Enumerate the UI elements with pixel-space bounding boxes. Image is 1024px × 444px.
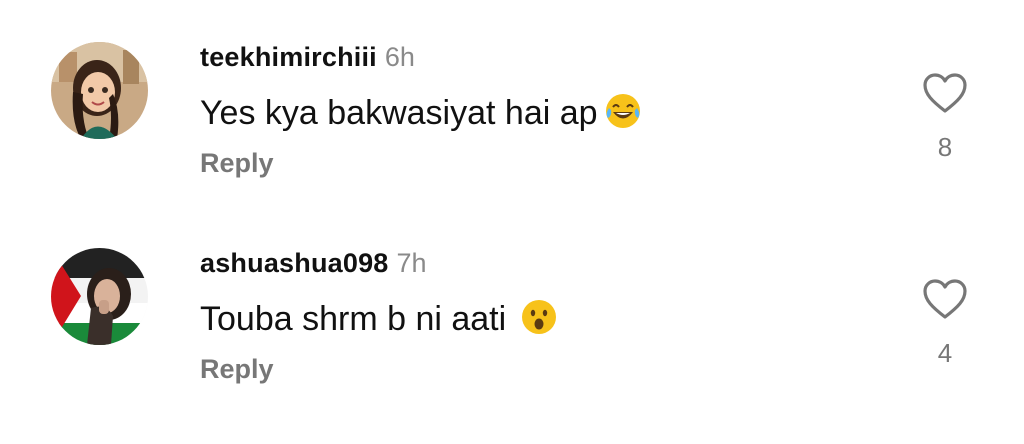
comment-header: ashuashua098 7h (200, 248, 427, 288)
timestamp: 6h (384, 42, 415, 72)
comment-text: Yes kya bakwasiyat hai ap (200, 93, 598, 132)
username[interactable]: teekhimirchiii (200, 42, 377, 72)
reply-button[interactable]: Reply (200, 354, 274, 385)
comment-body: Yes kya bakwasiyat hai ap (200, 88, 642, 138)
reply-button[interactable]: Reply (200, 148, 274, 179)
heart-icon[interactable] (922, 72, 968, 114)
comment-item: teekhimirchiii 6h Yes kya bakwasiyat hai … (0, 38, 1024, 228)
like-count: 4 (937, 338, 953, 368)
comment-text: Touba shrm b ni aati (200, 299, 507, 338)
comment-item: ashuashua098 7h Touba shrm b ni aati Repl… (0, 244, 1024, 434)
timestamp: 7h (396, 248, 427, 278)
surprised-face-emoji-icon (520, 298, 558, 341)
username[interactable]: ashuashua098 (200, 248, 389, 278)
like-count: 8 (937, 132, 953, 162)
laughing-tears-emoji-icon (604, 92, 642, 135)
avatar[interactable] (51, 248, 148, 345)
comment-header: teekhimirchiii 6h (200, 42, 415, 82)
avatar[interactable] (51, 42, 148, 139)
heart-icon[interactable] (922, 278, 968, 320)
comment-body: Touba shrm b ni aati (200, 294, 558, 344)
